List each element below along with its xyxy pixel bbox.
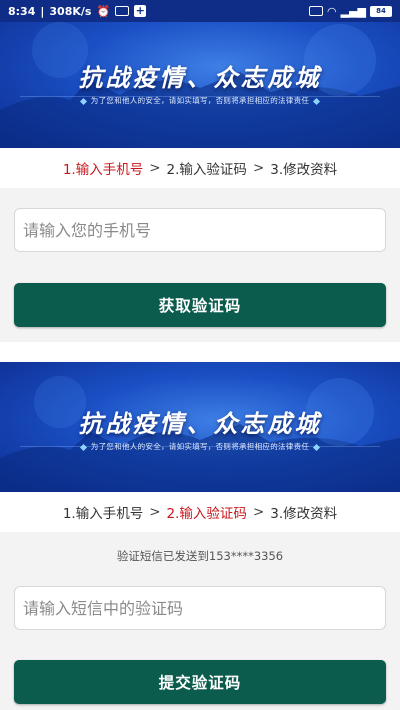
- status-bar: 8:34 | 308K/s ⏰ + ◠ ▂▄▆ 84: [0, 0, 400, 22]
- step-1: 1.输入手机号: [62, 162, 144, 178]
- alarm-icon: ⏰: [96, 4, 111, 18]
- step-1: 1.输入手机号: [62, 506, 144, 522]
- status-separator: |: [40, 4, 45, 18]
- wifi-icon: ◠: [327, 4, 337, 18]
- step-separator: >: [149, 160, 161, 176]
- verification-code-input[interactable]: [14, 586, 386, 630]
- step-2: 2.输入验证码: [166, 162, 247, 178]
- banner: 8:34 | 308K/s ⏰ + ◠ ▂▄▆ 84 抗战疫情、众志成城 为了您…: [0, 0, 400, 148]
- step-indicator: 1.输入手机号 > 2.输入验证码 > 3.修改资料: [0, 148, 400, 188]
- submit-verification-code-button[interactable]: 提交验证码: [14, 660, 386, 704]
- banner-title: 抗战疫情、众志成城: [78, 409, 322, 438]
- battery-icon: 84: [370, 5, 392, 17]
- banner-subtitle: 为了您和他人的安全，请如实填写，否则将承担相应的法律责任: [0, 95, 400, 106]
- diamond-icon: [313, 443, 321, 451]
- hd-icon: [309, 6, 323, 16]
- sms-sent-notice: 验证短信已发送到153****3356: [116, 549, 284, 563]
- diamond-icon: [79, 443, 87, 451]
- banner: 抗战疫情、众志成城 为了您和他人的安全，请如实填写，否则将承担相应的法律责任: [0, 362, 400, 492]
- app-notification-icon: +: [134, 4, 147, 17]
- step-separator: >: [252, 504, 265, 520]
- banner-subtitle-text: 为了您和他人的安全，请如实填写，否则将承担相应的法律责任: [90, 96, 310, 105]
- step-2: 2.输入验证码: [166, 506, 247, 522]
- step-3: 3.修改资料: [270, 506, 338, 522]
- screen-divider: [0, 342, 400, 362]
- signal-icon: ▂▄▆: [340, 4, 366, 18]
- screen-enter-phone: 8:34 | 308K/s ⏰ + ◠ ▂▄▆ 84 抗战疫情、众志成城 为了您…: [0, 0, 400, 342]
- screen-enter-code: 抗战疫情、众志成城 为了您和他人的安全，请如实填写，否则将承担相应的法律责任 1…: [0, 362, 400, 710]
- step-separator: >: [149, 504, 161, 520]
- banner-subtitle: 为了您和他人的安全，请如实填写，否则将承担相应的法律责任: [0, 441, 400, 452]
- banner-title: 抗战疫情、众志成城: [78, 63, 322, 92]
- step-indicator: 1.输入手机号 > 2.输入验证码 > 3.修改资料: [0, 492, 400, 532]
- diamond-icon: [313, 97, 321, 105]
- status-time: 8:34: [8, 4, 36, 18]
- phone-input[interactable]: [14, 208, 386, 252]
- get-verification-code-button[interactable]: 获取验证码: [14, 283, 386, 327]
- banner-subtitle-text: 为了您和他人的安全，请如实填写，否则将承担相应的法律责任: [90, 442, 310, 451]
- status-network-speed: 308K/s: [49, 4, 92, 18]
- step-separator: >: [252, 160, 265, 176]
- diamond-icon: [79, 97, 87, 105]
- step-3: 3.修改资料: [270, 162, 338, 178]
- notification-icon: [115, 6, 130, 16]
